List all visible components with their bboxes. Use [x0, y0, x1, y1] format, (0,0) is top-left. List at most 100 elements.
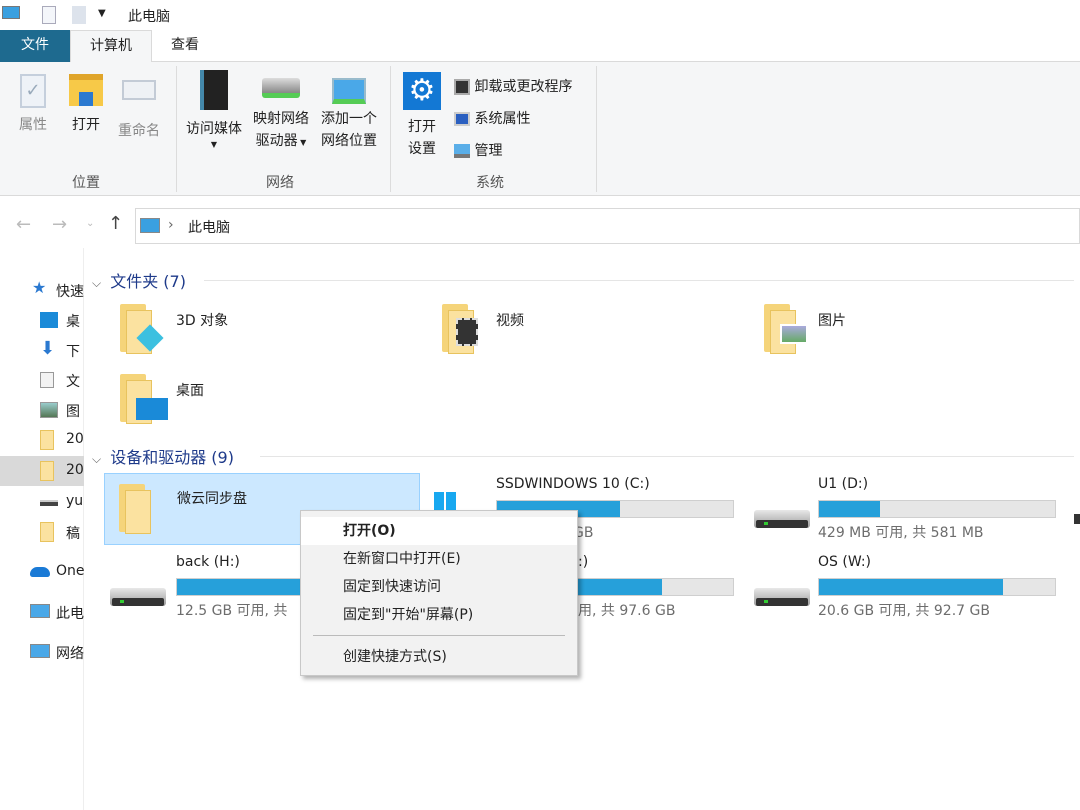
tab-computer[interactable]: 计算机: [70, 30, 152, 63]
divider: [260, 456, 1074, 457]
divider: [176, 66, 177, 192]
folder-item-desktop[interactable]: 桌面: [110, 370, 430, 430]
folder-pictures-icon: [762, 304, 808, 354]
computer-icon: [140, 218, 160, 233]
menu-item-open[interactable]: 打开(O): [301, 517, 577, 545]
properties-icon: ✓: [20, 74, 46, 108]
menu-item-pin-start[interactable]: 固定到"开始"屏幕(P): [301, 601, 577, 629]
menu-item-create-shortcut[interactable]: 创建快捷方式(S): [301, 643, 577, 671]
rename-icon: [122, 80, 156, 100]
nav-item-folder[interactable]: 稿: [0, 518, 84, 546]
folder-item-3d-objects[interactable]: 3D 对象: [110, 300, 430, 360]
ribbon: ✓ 属性 打开 重命名 位置 访问媒体 ▼ 映射网络 驱动器 ▼ 添加一个 网络…: [0, 62, 1080, 196]
back-button[interactable]: ←: [16, 214, 31, 235]
manage-button[interactable]: 管理: [454, 140, 502, 160]
drive-w[interactable]: OS (W:) 20.6 GB 可用, 共 92.7 GB: [818, 554, 1058, 619]
title-bar: ▼ 此电脑: [0, 0, 1080, 30]
network-icon: [30, 644, 50, 658]
up-button[interactable]: ↑: [108, 213, 123, 234]
nav-item-pictures[interactable]: 图: [0, 396, 84, 424]
download-icon: ⬇: [40, 338, 56, 359]
map-drive-icon: [262, 78, 300, 98]
drive-usage-bar: [818, 500, 1056, 518]
add-network-location-button[interactable]: 添加一个 网络位置: [316, 78, 382, 152]
document-icon: [40, 372, 54, 388]
drive-usage-fill: [819, 501, 881, 517]
system-properties-icon: [454, 112, 470, 126]
chevron-right-icon: ›: [168, 217, 174, 233]
navigation-pane: ★ 快速 桌 ⬇ 下 文 图 20 20 yu 稿 One 此电 网络: [0, 248, 84, 810]
nav-item-drive[interactable]: yu: [0, 488, 84, 516]
map-network-drive-button[interactable]: 映射网络 驱动器 ▼: [248, 78, 314, 154]
chevron-down-icon: ⌵: [92, 452, 102, 466]
gear-icon: ⚙: [403, 72, 441, 110]
folder-item-pictures[interactable]: 图片: [754, 300, 1074, 360]
address-path: 此电脑: [188, 220, 230, 236]
nav-item-quick-access[interactable]: ★ 快速: [0, 276, 84, 304]
address-bar[interactable]: › 此电脑: [135, 208, 1080, 244]
drive-d[interactable]: U1 (D:) 429 MB 可用, 共 581 MB: [818, 476, 1058, 541]
folder-item-videos[interactable]: 视频: [432, 300, 752, 360]
tab-view[interactable]: 查看: [155, 30, 215, 62]
recent-locations-dropdown[interactable]: ⌄: [86, 218, 94, 229]
manage-icon: [454, 144, 470, 158]
group-label-system: 系统: [476, 175, 504, 191]
drive-icon: [40, 500, 58, 506]
menu-divider: [313, 635, 565, 636]
menu-item-pin-quick-access[interactable]: 固定到快速访问: [301, 573, 577, 601]
hard-drive-icon: [754, 504, 810, 528]
chevron-down-icon: ⌵: [92, 276, 102, 290]
folder-desktop-icon: [118, 374, 168, 424]
nav-item-documents[interactable]: 文: [0, 366, 84, 394]
computer-icon: [2, 6, 20, 19]
menu-item-open-new-window[interactable]: 在新窗口中打开(E): [301, 545, 577, 573]
hard-drive-icon: [1074, 514, 1080, 524]
folder-icon: [117, 484, 157, 534]
drive-usage-bar: [818, 578, 1056, 596]
new-folder-quick-icon[interactable]: [72, 6, 86, 24]
folder-icon: [40, 461, 54, 481]
open-folder-icon: [69, 74, 103, 106]
uninstall-program-button[interactable]: 卸载或更改程序: [454, 76, 572, 96]
onedrive-icon: [30, 567, 50, 577]
divider: [390, 66, 391, 192]
desktop-icon: [40, 312, 58, 328]
properties-button[interactable]: ✓ 属性: [12, 74, 54, 136]
nav-item-folder[interactable]: 20: [0, 426, 84, 454]
hard-drive-icon: [754, 582, 810, 606]
network-location-icon: [332, 78, 366, 104]
group-label-network: 网络: [266, 175, 294, 191]
access-media-button[interactable]: 访问媒体 ▼: [182, 70, 246, 150]
system-properties-button[interactable]: 系统属性: [454, 108, 530, 128]
computer-icon: [30, 604, 50, 618]
folder-icon: [40, 430, 54, 450]
folder-video-icon: [440, 304, 480, 354]
forward-button[interactable]: →: [52, 214, 67, 235]
divider: [204, 280, 1074, 281]
nav-item-onedrive[interactable]: One: [0, 558, 84, 586]
tab-file[interactable]: 文件: [0, 30, 70, 62]
folder-icon: [40, 522, 54, 542]
star-icon: ★: [32, 278, 47, 297]
nav-item-network[interactable]: 网络: [0, 638, 84, 666]
windows-logo-icon: [434, 492, 456, 512]
rename-button[interactable]: 重命名: [114, 74, 164, 142]
window-title: 此电脑: [128, 9, 170, 25]
open-settings-button[interactable]: ⚙ 打开 设置: [400, 72, 444, 160]
picture-icon: [40, 402, 58, 418]
group-label-location: 位置: [72, 175, 100, 191]
nav-item-downloads[interactable]: ⬇ 下: [0, 336, 84, 364]
properties-quick-icon[interactable]: [42, 6, 56, 24]
section-folders[interactable]: ⌵ 文件夹 (7): [92, 268, 1074, 292]
section-devices[interactable]: ⌵ 设备和驱动器 (9): [92, 444, 1074, 468]
customize-toolbar-dropdown[interactable]: ▼: [98, 8, 106, 19]
ribbon-tabs: 文件 计算机 查看: [0, 30, 1080, 63]
open-button[interactable]: 打开: [64, 74, 108, 136]
folder-3d-icon: [118, 304, 164, 354]
context-menu: 打开(O) 在新窗口中打开(E) 固定到快速访问 固定到"开始"屏幕(P) 创建…: [300, 510, 578, 676]
nav-item-folder-selected[interactable]: 20: [0, 456, 84, 486]
nav-item-desktop[interactable]: 桌: [0, 306, 84, 334]
drive-usage-fill: [819, 579, 1004, 595]
nav-item-this-pc[interactable]: 此电: [0, 598, 84, 626]
chevron-down-icon: ▼: [210, 140, 218, 149]
